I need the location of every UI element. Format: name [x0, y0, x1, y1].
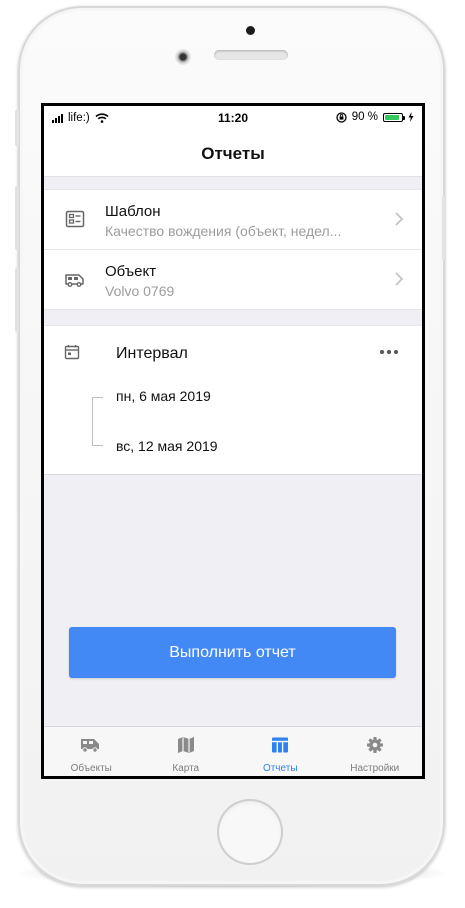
- chevron-right-icon: [395, 212, 404, 226]
- power-button: [442, 196, 446, 260]
- tab-settings[interactable]: Настройки: [328, 727, 423, 776]
- tab-objects[interactable]: Объекты: [44, 727, 139, 776]
- reports-icon: [272, 737, 289, 753]
- interval-section: Интервал пн, 6 мая 2019 вс, 12 мая 2019: [44, 325, 422, 475]
- battery-percent: 90 %: [351, 111, 378, 123]
- screen: life:) 11:20 90 % Отчеты Шаблон Качество…: [41, 103, 425, 779]
- app-screen: life:) 11:20 90 % Отчеты Шаблон Качество…: [44, 106, 422, 776]
- interval-bracket: [92, 397, 103, 446]
- interval-end-date[interactable]: вс, 12 мая 2019: [116, 438, 218, 454]
- truck-icon: [81, 739, 100, 753]
- interval-start-date[interactable]: пн, 6 мая 2019: [116, 388, 211, 404]
- charging-icon: [408, 112, 414, 122]
- object-label: Объект: [105, 263, 157, 280]
- object-row[interactable]: Объект Volvo 0769: [44, 249, 422, 309]
- proximity-sensor: [246, 26, 255, 35]
- map-icon: [177, 737, 194, 753]
- settings-icon: [366, 737, 383, 753]
- status-bar: life:) 11:20 90 %: [44, 106, 422, 132]
- silent-switch: [15, 110, 19, 146]
- tab-label: Настройки: [350, 763, 400, 774]
- report-settings-group: Шаблон Качество вождения (объект, недел.…: [44, 189, 422, 310]
- page-title: Отчеты: [201, 144, 265, 163]
- volume-up-button: [15, 186, 19, 250]
- object-value: Volvo 0769: [105, 283, 175, 299]
- home-button[interactable]: [217, 799, 283, 865]
- more-options-icon[interactable]: [380, 350, 398, 354]
- earpiece-speaker: [214, 50, 288, 60]
- template-row[interactable]: Шаблон Качество вождения (объект, недел.…: [44, 190, 422, 249]
- template-icon: [65, 210, 85, 228]
- front-camera: [175, 49, 191, 65]
- run-report-button[interactable]: Выполнить отчет: [69, 627, 396, 678]
- tab-label: Объекты: [70, 763, 112, 774]
- tab-reports[interactable]: Отчеты: [233, 727, 328, 776]
- tab-bar: Объекты Карта Отчеты Настройки: [44, 726, 422, 776]
- tab-label: Отчеты: [262, 763, 298, 774]
- calendar-icon: [64, 345, 80, 360]
- truck-icon: [65, 274, 84, 287]
- template-label: Шаблон: [105, 203, 161, 220]
- tab-label: Карта: [172, 763, 200, 774]
- rotation-lock-icon: [336, 111, 347, 123]
- template-value: Качество вождения (объект, недел...: [105, 223, 342, 239]
- volume-down-button: [15, 268, 19, 332]
- navigation-bar: Отчеты: [44, 132, 422, 177]
- interval-label: Интервал: [116, 345, 188, 362]
- tab-map[interactable]: Карта: [139, 727, 234, 776]
- chevron-right-icon: [395, 272, 404, 286]
- battery-icon: [383, 112, 405, 122]
